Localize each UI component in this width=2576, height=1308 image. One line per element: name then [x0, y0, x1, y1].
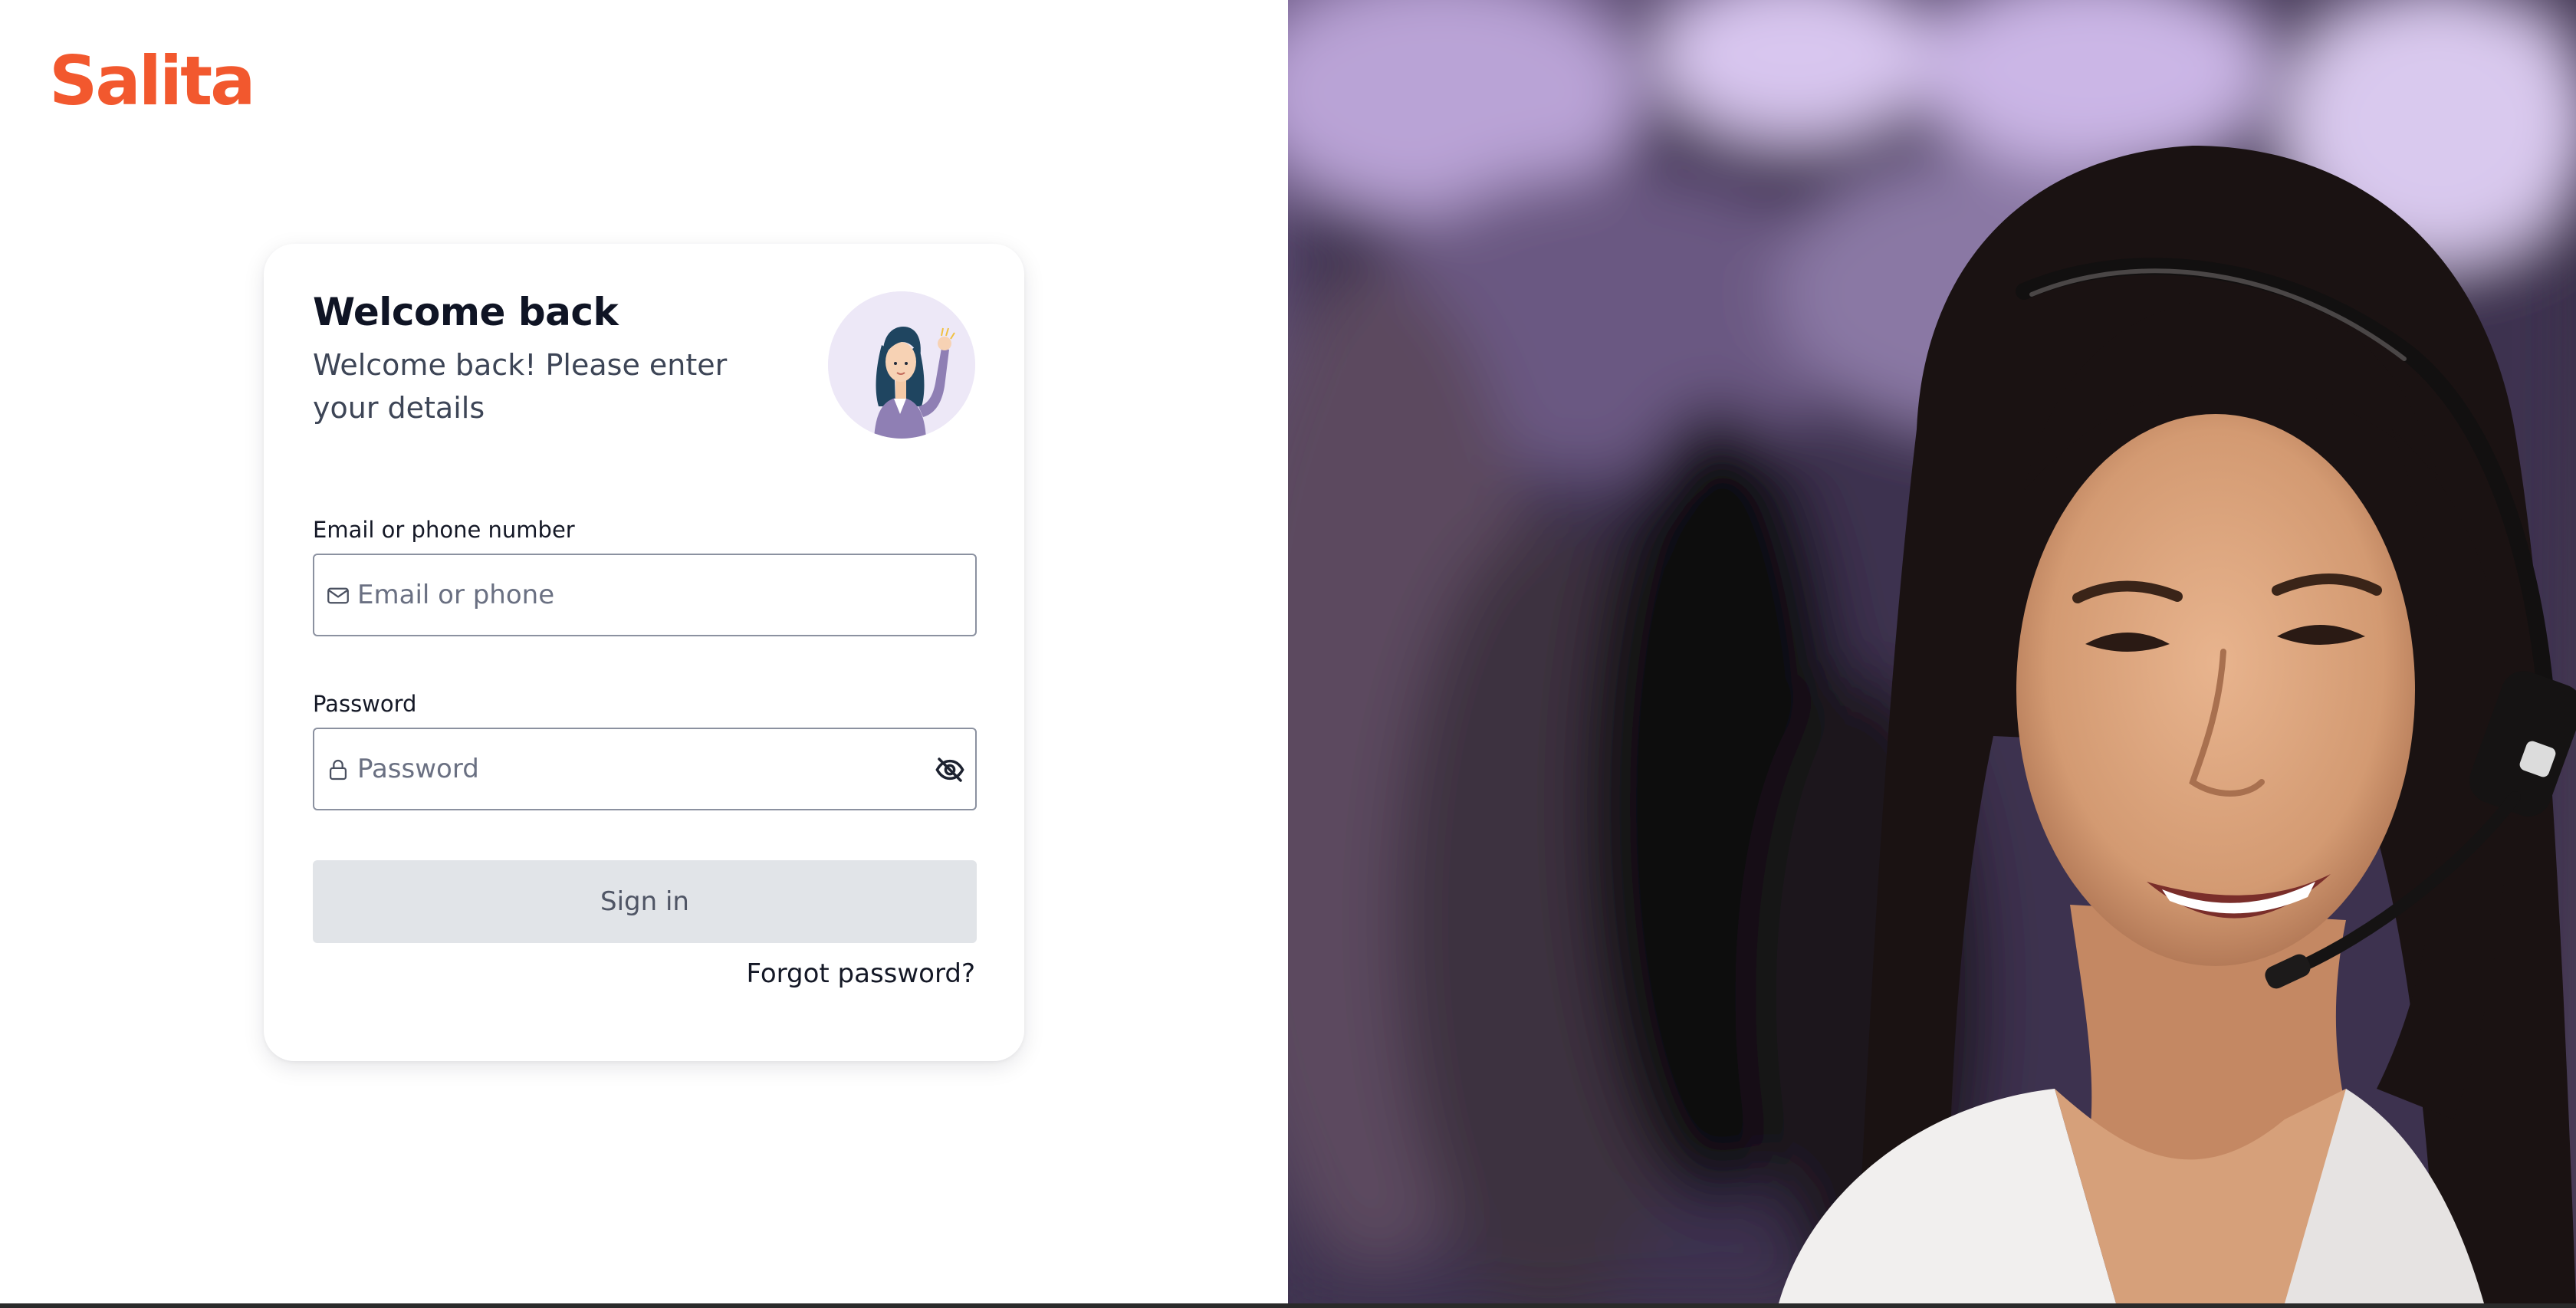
card-title: Welcome back — [313, 290, 619, 334]
password-label: Password — [313, 691, 417, 717]
hero-image — [1288, 0, 2576, 1303]
login-pane: Salita Welcome back Welcome back! Please… — [0, 0, 1288, 1303]
email-field-container[interactable] — [313, 554, 977, 636]
envelope-icon — [325, 583, 351, 609]
eye-slash-icon[interactable] — [934, 754, 966, 786]
password-input[interactable] — [357, 729, 940, 809]
login-card: Welcome back Welcome back! Please enter … — [264, 244, 1024, 1061]
bottom-edge — [0, 1303, 2576, 1308]
card-subtitle: Welcome back! Please enter your details — [313, 348, 728, 425]
brand-logo-text: Salita — [49, 41, 256, 120]
lock-icon — [325, 757, 351, 783]
email-input[interactable] — [357, 555, 940, 635]
email-label: Email or phone number — [313, 517, 575, 543]
waving-woman-avatar-icon — [828, 291, 975, 439]
password-field-container[interactable] — [313, 728, 977, 810]
brand-logo[interactable]: Salita — [49, 48, 256, 115]
smiling-woman-with-headset-photo — [1288, 0, 2576, 1303]
sign-in-button[interactable]: Sign in — [313, 860, 977, 943]
login-page: Salita Welcome back Welcome back! Please… — [0, 0, 2576, 1308]
forgot-password-link[interactable]: Forgot password? — [746, 958, 975, 989]
